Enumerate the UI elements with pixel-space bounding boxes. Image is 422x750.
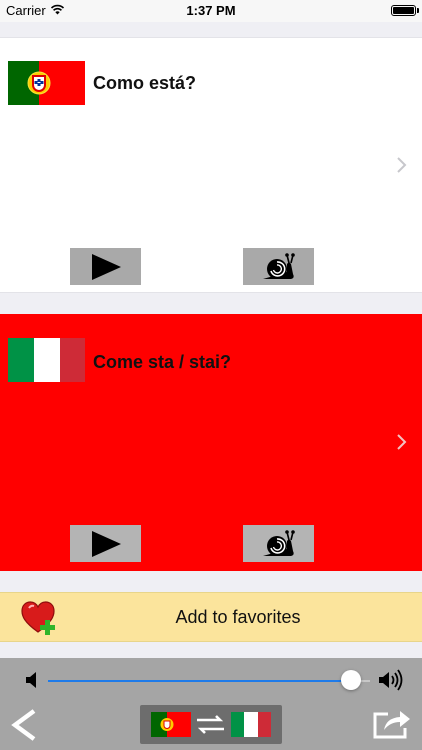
target-phrase-card: Come sta / stai?: [0, 314, 422, 571]
portugal-flag-icon: [8, 61, 85, 105]
play-icon: [91, 253, 121, 280]
snail-icon: [262, 252, 295, 279]
italy-flag-icon: [8, 338, 85, 382]
chevron-right-icon[interactable]: [396, 433, 408, 451]
volume-slider-fill: [48, 680, 351, 682]
share-icon[interactable]: [372, 706, 412, 740]
snail-icon: [262, 529, 295, 556]
battery-tip: [417, 8, 419, 13]
back-button[interactable]: [10, 708, 38, 742]
battery-icon: [391, 5, 416, 16]
source-slow-play-button[interactable]: [243, 248, 314, 285]
swap-languages-button[interactable]: [140, 705, 282, 744]
source-phrase-card: Como está?: [0, 37, 422, 293]
target-slow-play-button[interactable]: [243, 525, 314, 562]
status-time: 1:37 PM: [186, 3, 236, 18]
source-phrase-text: Como está?: [93, 73, 197, 93]
target-phrase-text: Come sta / stai?: [93, 352, 232, 372]
swap-languages-icon: [151, 712, 271, 737]
favorites-label: Add to favorites: [175, 607, 301, 627]
add-to-favorites-button[interactable]: Add to favorites: [0, 592, 422, 642]
target-play-button[interactable]: [70, 525, 141, 562]
volume-slider-thumb[interactable]: [340, 670, 361, 690]
speaker-low-icon: [26, 672, 36, 688]
source-play-button[interactable]: [70, 248, 141, 285]
chevron-right-icon[interactable]: [396, 156, 408, 174]
speaker-high-icon: [379, 669, 403, 691]
play-icon: [91, 530, 121, 557]
